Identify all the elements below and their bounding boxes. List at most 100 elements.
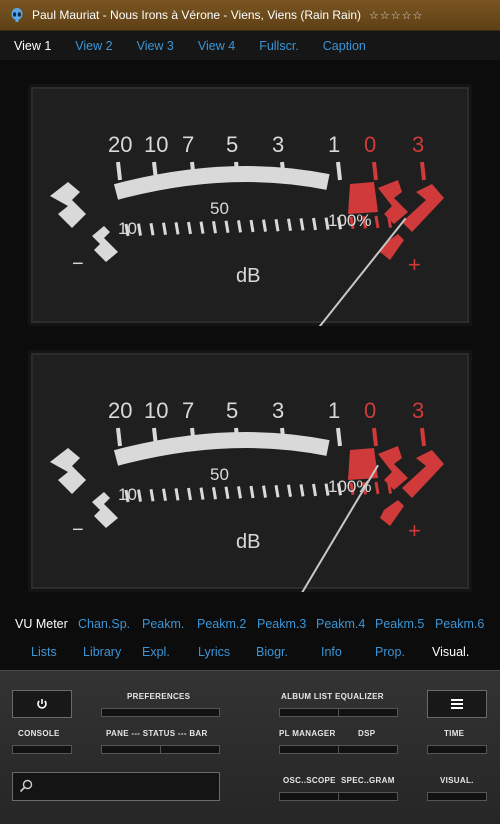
title-bar: Paul Mauriat - Nous Irons à Vérone - Vie… <box>0 0 500 31</box>
tab-peakm-6[interactable]: Peakm.6 <box>433 617 485 631</box>
upper-minor-tick-10 <box>249 219 255 233</box>
upper-minor-tick-2 <box>149 222 155 236</box>
tab-properties[interactable]: Prop. <box>373 645 430 659</box>
lower-minor-tick-15 <box>312 483 317 497</box>
lower-top-tick-3 <box>234 427 240 447</box>
lower-red-zone <box>348 448 378 480</box>
lower-minor-tick-20 <box>374 481 380 495</box>
console-label: CONSOLE <box>18 729 60 738</box>
tab-peakm-5[interactable]: Peakm.5 <box>373 617 433 631</box>
dsp-slot[interactable] <box>338 745 398 754</box>
spec-gram-slot[interactable] <box>338 792 398 801</box>
lower-top-tick-1 <box>152 427 158 447</box>
upper-scale-label-5: 5 <box>226 132 238 157</box>
tab-view-4[interactable]: View 4 <box>196 39 237 53</box>
tab-vu-meter[interactable]: VU Meter <box>13 617 76 631</box>
tab-info[interactable]: Info <box>319 645 373 659</box>
lower-scale-label-3: 3 <box>272 398 284 423</box>
upper-mid-label-1: 50 <box>210 199 229 218</box>
lower-scale-label-3: 3 <box>412 398 424 423</box>
power-icon <box>37 699 47 709</box>
tab-peakm[interactable]: Peakm. <box>140 617 195 631</box>
upper-minor-tick-11 <box>262 219 267 232</box>
upper-top-tick-1 <box>152 161 158 181</box>
upper-scale-label-20: 20 <box>108 132 132 157</box>
pane-slot[interactable] <box>101 745 161 754</box>
upper-top-tick-5 <box>336 161 342 181</box>
tab-lists[interactable]: Lists <box>29 645 81 659</box>
pane-status-bar-label: PANE --- STATUS --- BAR <box>106 729 208 738</box>
upper-scale-label-1: 1 <box>328 132 340 157</box>
upper-scale-label-3: 3 <box>272 132 284 157</box>
lower-scale-label-20: 20 <box>108 398 132 423</box>
lower-minor-tick-9 <box>237 486 242 499</box>
time-slot[interactable] <box>427 745 487 754</box>
tab-fullscreen[interactable]: Fullscr. <box>257 39 301 53</box>
pl-manager-slot[interactable] <box>279 745 339 754</box>
vu-meter-lower: 20 10 7 5 3 1 0 3 10 50 100% dB − + <box>28 350 472 592</box>
rating-stars[interactable]: ☆☆☆☆☆ <box>369 9 423 22</box>
preferences-slot[interactable] <box>101 708 220 717</box>
window-title: Paul Mauriat - Nous Irons à Vérone - Vie… <box>32 8 362 22</box>
tab-peakm-3[interactable]: Peakm.3 <box>255 617 314 631</box>
album-list-slot[interactable] <box>279 708 339 717</box>
lower-top-tick-4 <box>280 427 286 447</box>
tab-view-2[interactable]: View 2 <box>73 39 114 53</box>
lower-scale-label-10: 10 <box>144 398 168 423</box>
upper-minor-tick-15 <box>312 217 317 231</box>
tab-view-3[interactable]: View 3 <box>135 39 176 53</box>
lower-minor-tick-2 <box>149 488 155 502</box>
osc-scope-slot[interactable] <box>279 792 339 801</box>
upper-scale-label-7: 7 <box>182 132 194 157</box>
panel-tabs-row1: VU Meter Chan.Sp. Peakm. Peakm.2 Peakm.3… <box>0 611 500 637</box>
alien-head-icon <box>11 8 23 22</box>
upper-minor-tick-7 <box>212 220 217 234</box>
upper-minor-tick-20 <box>374 215 380 229</box>
lower-minor-tick-10 <box>249 485 255 499</box>
lower-minor-tick-5 <box>187 487 192 501</box>
upper-minor-tick-21 <box>387 215 392 228</box>
tab-biography[interactable]: Biogr. <box>254 645 319 659</box>
lower-minor-tick-21 <box>387 481 392 494</box>
upper-minor-tick-4 <box>174 222 180 235</box>
upper-top-tick-2 <box>190 161 196 181</box>
hamburger-menu-icon <box>451 699 463 709</box>
visual-slot[interactable] <box>427 792 487 801</box>
lower-minus-label: − <box>72 519 84 541</box>
status-bar-slot[interactable] <box>160 745 220 754</box>
upper-minor-tick-9 <box>237 220 242 233</box>
osc-scope-label: OSC..SCOPE <box>283 776 336 785</box>
lower-minor-tick-14 <box>299 484 305 497</box>
upper-top-tick-0 <box>116 161 122 181</box>
tab-explorer[interactable]: Expl. <box>140 645 196 659</box>
pl-manager-label: PL MANAGER <box>279 729 336 738</box>
lower-minor-tick-3 <box>162 488 167 502</box>
tab-view-1[interactable]: View 1 <box>12 39 53 53</box>
upper-top-tick-3 <box>234 161 240 181</box>
tab-visual[interactable]: Visual. <box>430 645 475 659</box>
dsp-label: DSP <box>358 729 376 738</box>
tab-peakm-4[interactable]: Peakm.4 <box>314 617 373 631</box>
upper-top-tick-6 <box>372 161 378 181</box>
upper-top-tick-4 <box>280 161 286 181</box>
equalizer-slot[interactable] <box>338 708 398 717</box>
tab-caption[interactable]: Caption <box>321 39 368 53</box>
lower-minor-tick-1 <box>137 489 142 502</box>
search-icon <box>19 779 33 793</box>
lower-scale-label-7: 7 <box>182 398 194 423</box>
power-button[interactable] <box>12 690 72 718</box>
tab-peakm-2[interactable]: Peakm.2 <box>195 617 255 631</box>
lower-top-tick-6 <box>372 427 378 447</box>
tab-chan-sp[interactable]: Chan.Sp. <box>76 617 140 631</box>
lower-minor-tick-6 <box>199 487 205 500</box>
tab-library[interactable]: Library <box>81 645 140 659</box>
lower-top-tick-5 <box>336 427 342 447</box>
tab-lyrics[interactable]: Lyrics <box>196 645 254 659</box>
upper-minor-tick-5 <box>187 221 192 235</box>
search-input[interactable] <box>12 772 220 801</box>
upper-mid-label-0: 10 <box>118 219 137 238</box>
console-slot[interactable] <box>12 745 72 754</box>
menu-button[interactable] <box>427 690 487 718</box>
lower-scale-label-1: 1 <box>328 398 340 423</box>
album-list-equalizer-label: ALBUM LIST EQUALIZER <box>281 692 384 701</box>
